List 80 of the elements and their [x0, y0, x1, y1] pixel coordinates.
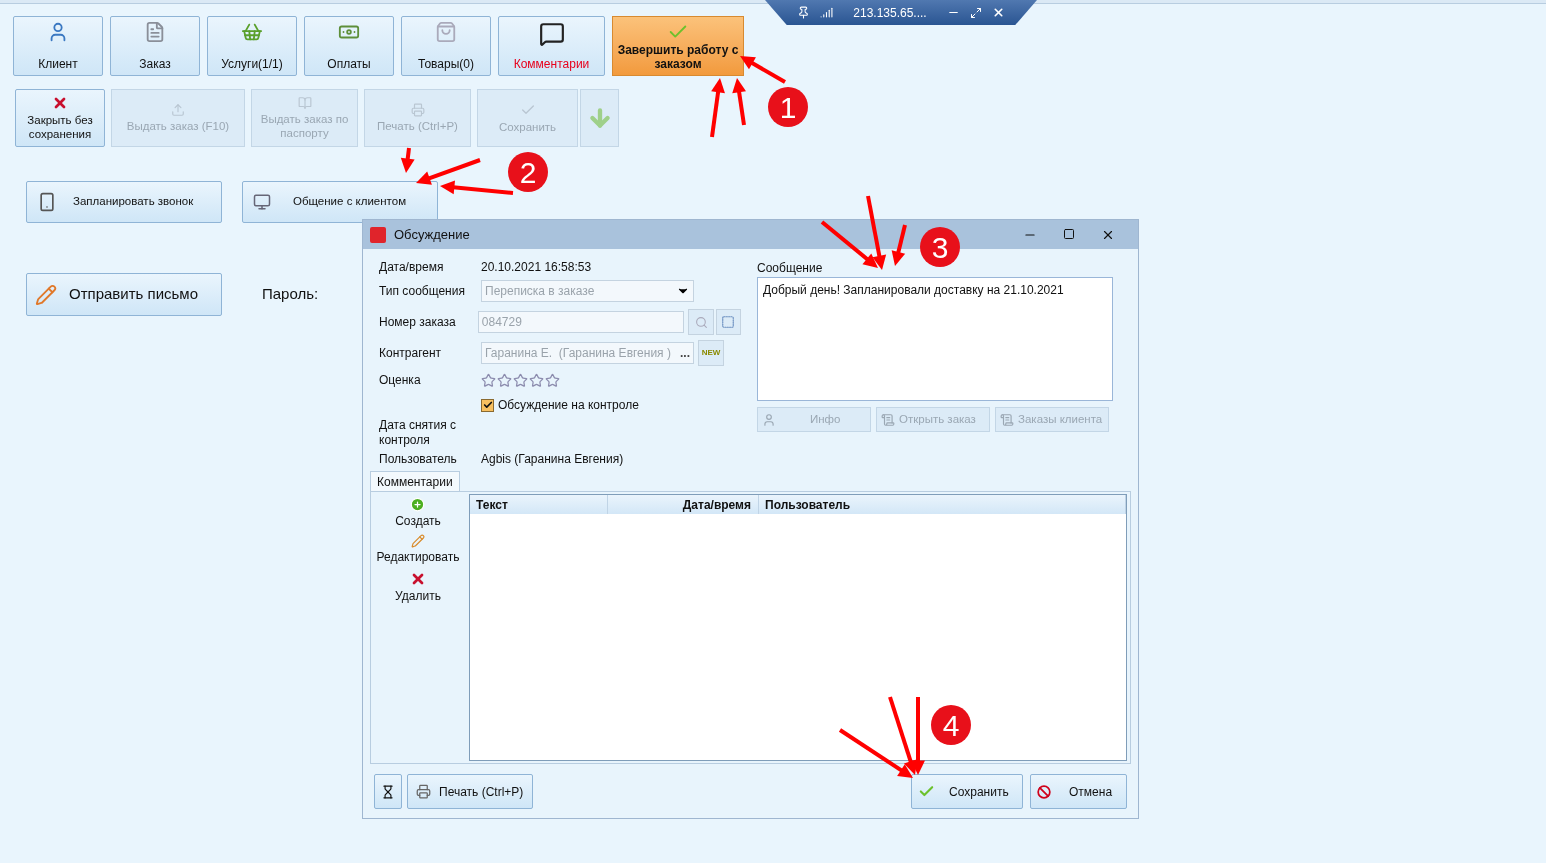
field-label: Оценка: [379, 372, 422, 389]
column-header[interactable]: Текст: [470, 495, 608, 514]
field-label: Тип сообщения: [379, 283, 466, 300]
comment-action-button[interactable]: Создать: [395, 497, 441, 534]
dashed-square-icon: [721, 315, 736, 329]
toolbar-button[interactable]: Товары(0): [401, 16, 491, 76]
close-icon: [52, 95, 68, 111]
field-label: Контрагент: [379, 345, 443, 362]
check-icon: [482, 400, 493, 410]
scroll-icon: [1000, 412, 1014, 427]
search-icon: [694, 315, 708, 329]
scroll-icon: [881, 412, 895, 427]
rating-star[interactable]: [545, 372, 560, 388]
field-label: Дата/время: [379, 259, 445, 276]
maximize-icon[interactable]: [1063, 227, 1075, 240]
close-icon[interactable]: [991, 6, 1005, 19]
message-label: Сообщение: [757, 260, 824, 275]
window-title: Обсуждение: [394, 225, 470, 244]
checkbox[interactable]: [481, 398, 494, 412]
hourglass-button[interactable]: [374, 774, 402, 809]
toolbar-button[interactable]: Услуги(1/1): [207, 16, 297, 76]
cancel-icon: [1037, 784, 1051, 799]
field-label: Номер заказа: [379, 314, 457, 331]
toolbar-button[interactable]: Завершить работу с заказом: [612, 16, 744, 76]
connection-address: 213.135.65....: [853, 4, 927, 22]
monitor-icon: [253, 193, 271, 211]
phone-icon: [37, 192, 57, 212]
book-icon: [297, 96, 312, 110]
comment-action-button[interactable]: Редактировать: [376, 534, 460, 571]
comment-action-button[interactable]: Удалить: [395, 571, 441, 608]
add-icon: [410, 497, 426, 512]
password-label: Пароль:: [262, 284, 319, 305]
app-logo-icon: [370, 226, 386, 243]
contact-button[interactable]: Общение с клиентом: [242, 181, 438, 223]
document-icon: [144, 21, 166, 43]
delete-icon: [410, 571, 426, 587]
print-button[interactable]: Печать (Ctrl+P): [407, 774, 533, 809]
annotation-arrow: [710, 78, 725, 138]
rating-star[interactable]: [529, 372, 544, 388]
send-mail-button[interactable]: Отправить письмо: [26, 273, 222, 316]
annotation-number: 2: [508, 152, 548, 192]
toolbar-button[interactable]: Клиент: [13, 16, 103, 76]
datetime-value: 20.10.2021 16:58:53: [481, 259, 592, 276]
message-text-area[interactable]: Добрый день! Запланировали доставку на 21.10.2021: [757, 277, 1113, 401]
contact-button[interactable]: Запланировать звонок: [26, 181, 222, 223]
signal-icon: [820, 6, 834, 19]
column-header[interactable]: Дата/время: [608, 495, 759, 514]
contractor-field[interactable]: Гаранина Е. (Гаранина Евгения ) ...: [481, 342, 694, 364]
pencil-icon: [35, 283, 57, 306]
select-button[interactable]: [715, 309, 741, 335]
toolbar-button[interactable]: Закрыть без сохранения: [15, 89, 105, 147]
bag-icon: [435, 21, 457, 43]
field-label: Пользователь: [379, 451, 458, 468]
hourglass-icon: [381, 784, 395, 799]
pin-icon[interactable]: [797, 6, 811, 19]
rating-star[interactable]: [497, 372, 512, 388]
rating-star[interactable]: [481, 372, 496, 388]
restore-icon[interactable]: [969, 6, 982, 19]
field-label: Дата снятия с контроля: [379, 418, 458, 448]
basket-icon: [241, 21, 263, 43]
rating-star[interactable]: [513, 372, 528, 388]
pencil-icon: [411, 534, 425, 548]
tab[interactable]: Комментарии: [370, 471, 460, 491]
save-button[interactable]: Сохранить: [911, 774, 1023, 809]
column-header[interactable]: Пользователь: [759, 495, 1126, 514]
toolbar-button[interactable]: Заказ: [110, 16, 200, 76]
annotation-arrow: [891, 224, 907, 266]
user-value: Agbis (Гаранина Евгения): [481, 451, 624, 468]
upload-icon: [171, 103, 185, 117]
checkbox-label: Обсуждение на контроле: [498, 397, 639, 414]
person-icon: [762, 412, 776, 427]
annotation-number: 1: [768, 87, 808, 127]
search-button[interactable]: [688, 309, 714, 335]
toolbar-button[interactable]: Оплаты: [304, 16, 394, 76]
toolbar-button[interactable]: Комментарии: [498, 16, 605, 76]
printer-icon: [416, 784, 431, 799]
cancel-button[interactable]: Отмена: [1030, 774, 1127, 809]
more-button[interactable]: ...: [680, 344, 690, 362]
speech-bubble-icon: [538, 21, 565, 47]
printer-icon: [410, 103, 425, 117]
